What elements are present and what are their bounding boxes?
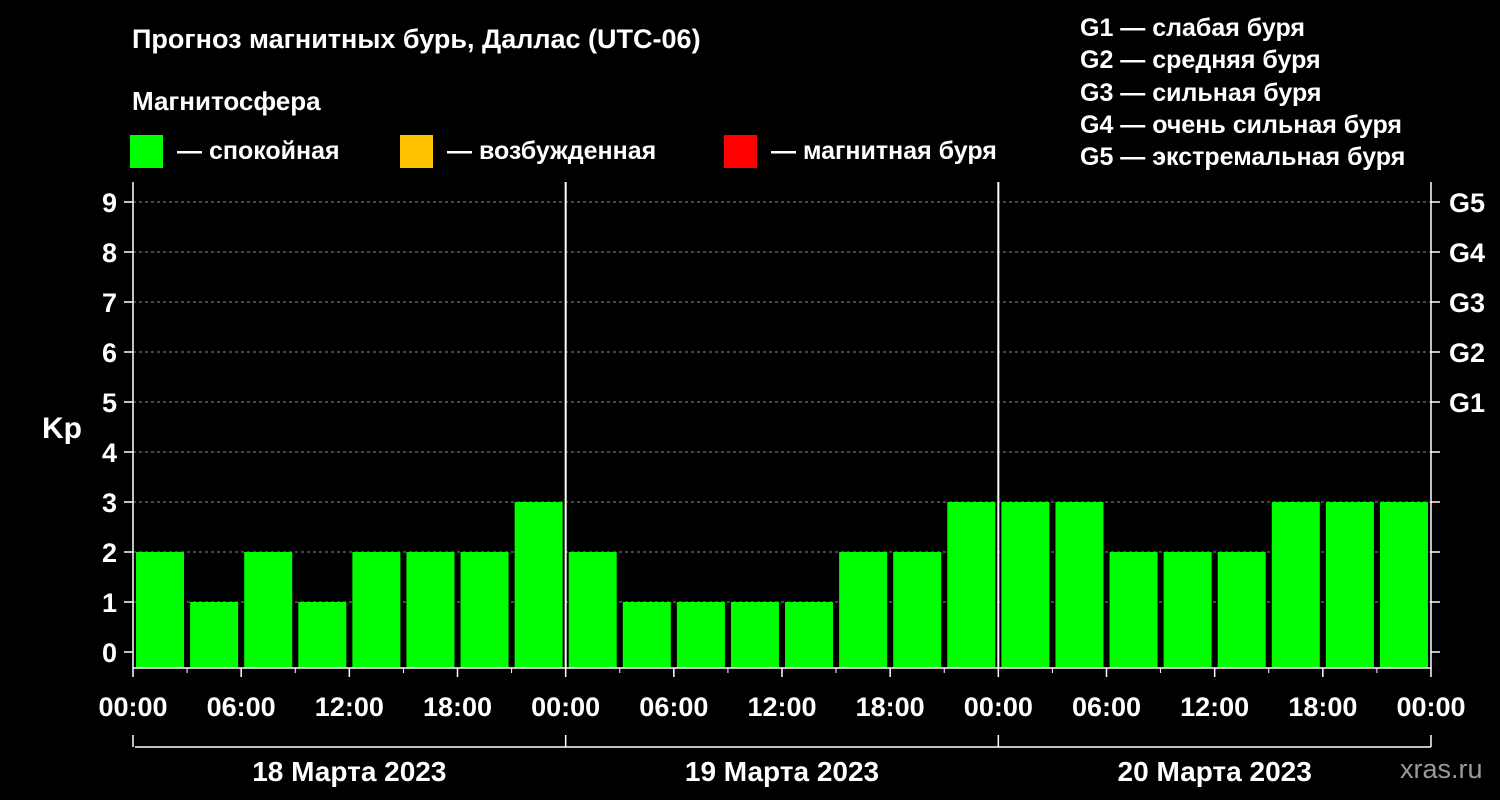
kp-bar <box>1271 502 1320 668</box>
x-tick-label: 18:00 <box>856 692 925 722</box>
y-tick-label: 9 <box>102 188 117 218</box>
y-tick-label: 3 <box>102 488 117 518</box>
x-tick-label: 12:00 <box>315 692 384 722</box>
kp-bar <box>244 552 293 668</box>
kp-bar <box>1109 552 1158 668</box>
g-level-label: G1 <box>1449 388 1485 418</box>
grid-lines <box>133 201 1431 603</box>
y-tick-label: 0 <box>102 638 117 668</box>
x-tick-label: 12:00 <box>1180 692 1249 722</box>
kp-bars <box>136 502 1428 668</box>
day-label: 20 Марта 2023 <box>1118 756 1312 787</box>
g-level-label: G3 <box>1449 288 1485 318</box>
y-tick-label: 1 <box>102 588 117 618</box>
kp-bar <box>514 502 563 668</box>
kp-bar <box>136 552 185 668</box>
y-tick-label: 5 <box>102 388 117 418</box>
x-tick-label: 12:00 <box>747 692 816 722</box>
kp-bar <box>947 502 996 668</box>
kp-bar <box>1163 552 1212 668</box>
y-tick-label: 6 <box>102 338 117 368</box>
kp-bar-chart: 0 1 2 3 4 5 6 7 8 9 G1 G2 G3 G4 G5 00:00 06:00 12:00 18:00… <box>98 182 1485 787</box>
kp-bar <box>460 552 509 668</box>
kp-bar <box>1055 502 1104 668</box>
kp-bar <box>1217 552 1266 668</box>
kp-bar <box>730 602 779 668</box>
kp-bar <box>785 602 834 668</box>
x-tick-label: 06:00 <box>1072 692 1141 722</box>
x-tick-label: 00:00 <box>964 692 1033 722</box>
g-level-label: G2 <box>1449 338 1485 368</box>
x-tick-label: 00:00 <box>531 692 600 722</box>
x-tick-label: 18:00 <box>423 692 492 722</box>
y-tick-label: 4 <box>102 438 117 468</box>
kp-bar <box>298 602 347 668</box>
kp-bar <box>190 602 239 668</box>
kp-bar <box>893 552 942 668</box>
kp-bar <box>839 552 888 668</box>
x-tick-label: 06:00 <box>207 692 276 722</box>
kp-bar <box>352 552 401 668</box>
kp-bar <box>1379 502 1428 668</box>
y-tick-label: 2 <box>102 538 117 568</box>
day-label: 18 Марта 2023 <box>252 756 446 787</box>
kp-bar <box>1325 502 1374 668</box>
kp-bar <box>676 602 725 668</box>
y-tick-label: 7 <box>102 288 117 318</box>
g-level-label: G4 <box>1449 238 1485 268</box>
g-level-label: G5 <box>1449 188 1485 218</box>
tick-labels: 0 1 2 3 4 5 6 7 8 9 G1 G2 G3 G4 G5 00:00 06:00 12:00 18:00… <box>98 188 1485 787</box>
x-tick-label: 00:00 <box>98 692 167 722</box>
kp-bar <box>406 552 455 668</box>
day-label: 19 Марта 2023 <box>685 756 879 787</box>
watermark: xras.ru <box>1400 754 1483 784</box>
y-tick-label: 8 <box>102 238 117 268</box>
x-tick-label: 18:00 <box>1288 692 1357 722</box>
kp-bar <box>622 602 671 668</box>
x-tick-label: 00:00 <box>1396 692 1465 722</box>
x-tick-label: 06:00 <box>639 692 708 722</box>
kp-bar <box>1001 502 1050 668</box>
kp-bar <box>568 552 617 668</box>
